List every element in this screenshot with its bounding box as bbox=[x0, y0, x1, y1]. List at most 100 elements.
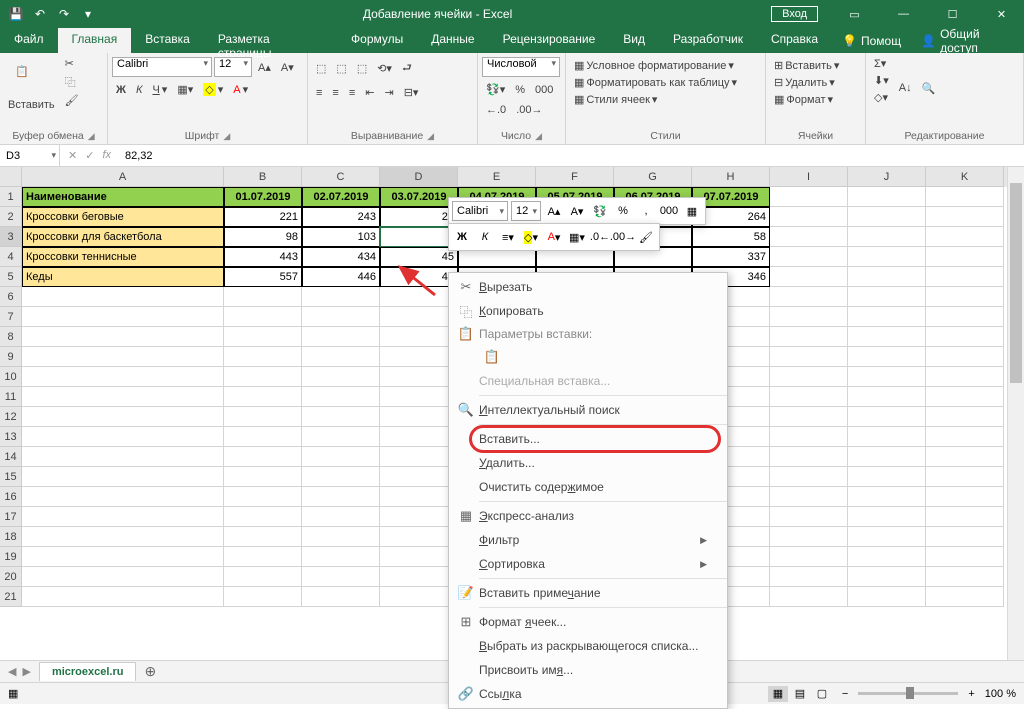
cell[interactable] bbox=[22, 327, 224, 347]
cell[interactable]: 45 bbox=[380, 247, 458, 267]
cell[interactable] bbox=[22, 347, 224, 367]
mini-currency-icon[interactable]: 💱 bbox=[590, 201, 610, 221]
view-page-layout-icon[interactable]: ▤ bbox=[790, 686, 810, 702]
scrollbar-thumb[interactable] bbox=[1010, 183, 1022, 383]
ctx-insert[interactable]: Вставить... bbox=[449, 427, 727, 451]
col-header-i[interactable]: I bbox=[770, 167, 848, 187]
cancel-formula-icon[interactable]: ✕ bbox=[68, 149, 77, 162]
cell[interactable] bbox=[380, 547, 458, 567]
cell[interactable] bbox=[926, 487, 1004, 507]
zoom-in-button[interactable]: + bbox=[968, 688, 974, 700]
cell[interactable] bbox=[224, 427, 302, 447]
cell[interactable] bbox=[770, 507, 848, 527]
font-name-select[interactable]: Calibri bbox=[112, 57, 212, 77]
ctx-pick-dropdown[interactable]: Выбрать из раскрывающегося списка... bbox=[449, 634, 727, 658]
login-button[interactable]: Вход bbox=[771, 6, 818, 22]
cell[interactable] bbox=[926, 307, 1004, 327]
align-top-icon[interactable]: ⬚ bbox=[312, 60, 330, 77]
cell[interactable] bbox=[770, 407, 848, 427]
currency-icon[interactable]: 💱▾ bbox=[482, 81, 509, 98]
cell[interactable] bbox=[22, 567, 224, 587]
grow-font-icon[interactable]: A▴ bbox=[254, 59, 275, 76]
ctx-sort[interactable]: Сортировка▶ bbox=[449, 552, 727, 576]
cell[interactable] bbox=[22, 447, 224, 467]
cell[interactable] bbox=[302, 487, 380, 507]
cell[interactable] bbox=[302, 507, 380, 527]
delete-cells-button[interactable]: ⊟Удалить▾ bbox=[770, 74, 839, 91]
cell[interactable] bbox=[22, 507, 224, 527]
indent-decrease-icon[interactable]: ⇤ bbox=[361, 84, 378, 101]
cell[interactable] bbox=[770, 327, 848, 347]
cell[interactable] bbox=[770, 587, 848, 607]
cell[interactable] bbox=[926, 527, 1004, 547]
cell[interactable] bbox=[22, 427, 224, 447]
cell[interactable] bbox=[224, 367, 302, 387]
cell[interactable] bbox=[302, 527, 380, 547]
col-header-k[interactable]: K bbox=[926, 167, 1004, 187]
ctx-cut[interactable]: ✂Вырезать bbox=[449, 275, 727, 299]
row-header[interactable]: 6 bbox=[0, 287, 22, 307]
cell[interactable] bbox=[224, 547, 302, 567]
col-header-e[interactable]: E bbox=[458, 167, 536, 187]
active-cell[interactable]: 8 bbox=[380, 227, 458, 247]
cell[interactable]: 46 bbox=[380, 267, 458, 287]
cell[interactable] bbox=[302, 327, 380, 347]
cell[interactable] bbox=[22, 527, 224, 547]
col-header-c[interactable]: C bbox=[302, 167, 380, 187]
ctx-clear[interactable]: Очистить содержимое bbox=[449, 475, 727, 499]
ctx-define-name[interactable]: Присвоить имя... bbox=[449, 658, 727, 682]
cell[interactable] bbox=[848, 447, 926, 467]
cell[interactable] bbox=[848, 587, 926, 607]
ctx-quick-analysis[interactable]: ▦Экспресс-анализ bbox=[449, 504, 727, 528]
minimize-icon[interactable]: ― bbox=[881, 0, 926, 28]
format-as-table-button[interactable]: ▦Форматировать как таблицу▾ bbox=[570, 74, 741, 91]
tab-help[interactable]: Справка bbox=[757, 28, 832, 53]
tab-insert[interactable]: Вставка bbox=[131, 28, 204, 53]
cell[interactable] bbox=[926, 187, 1004, 207]
ctx-copy[interactable]: ⿻Копировать bbox=[449, 299, 727, 323]
cell[interactable] bbox=[926, 207, 1004, 227]
cell[interactable] bbox=[926, 347, 1004, 367]
cell[interactable] bbox=[926, 447, 1004, 467]
cell[interactable] bbox=[770, 447, 848, 467]
cell[interactable] bbox=[224, 467, 302, 487]
comma-icon[interactable]: 000 bbox=[531, 82, 557, 98]
cell[interactable] bbox=[848, 227, 926, 247]
cell[interactable] bbox=[848, 207, 926, 227]
save-icon[interactable]: 💾 bbox=[8, 6, 24, 22]
font-size-select[interactable]: 12 bbox=[214, 57, 252, 77]
accept-formula-icon[interactable]: ✓ bbox=[85, 149, 94, 162]
cell[interactable]: 446 bbox=[302, 267, 380, 287]
row-header[interactable]: 16 bbox=[0, 487, 22, 507]
mini-align-icon[interactable]: ≡▾ bbox=[498, 227, 518, 247]
ctx-paste-special[interactable]: Специальная вставка... bbox=[449, 369, 727, 393]
maximize-icon[interactable]: ☐ bbox=[930, 0, 975, 28]
autosum-icon[interactable]: Σ▾ bbox=[870, 55, 893, 72]
cell[interactable] bbox=[770, 267, 848, 287]
cell[interactable] bbox=[22, 367, 224, 387]
cell[interactable] bbox=[848, 387, 926, 407]
cell[interactable] bbox=[380, 507, 458, 527]
cell[interactable] bbox=[926, 387, 1004, 407]
sheet-tab[interactable]: microexcel.ru bbox=[39, 662, 137, 681]
copy-button[interactable]: ⿻ bbox=[61, 72, 83, 92]
cell-styles-button[interactable]: ▦Стили ячеек▾ bbox=[570, 91, 661, 108]
cell[interactable] bbox=[770, 307, 848, 327]
mini-color-icon[interactable]: A▾ bbox=[544, 227, 564, 247]
cell[interactable]: 103 bbox=[302, 227, 380, 247]
cell[interactable] bbox=[770, 347, 848, 367]
cell[interactable]: Кроссовки для баскетбола bbox=[22, 227, 224, 247]
mini-size-select[interactable]: 12 bbox=[511, 201, 541, 221]
cell[interactable] bbox=[926, 227, 1004, 247]
align-launcher-icon[interactable]: ◢ bbox=[427, 131, 434, 142]
italic-button[interactable]: К bbox=[132, 82, 146, 98]
cell[interactable] bbox=[770, 367, 848, 387]
cell[interactable] bbox=[848, 407, 926, 427]
row-header[interactable]: 4 bbox=[0, 247, 22, 267]
cell[interactable] bbox=[224, 527, 302, 547]
conditional-formatting-button[interactable]: ▦Условное форматирование▾ bbox=[570, 57, 738, 74]
cell[interactable] bbox=[224, 407, 302, 427]
cell[interactable] bbox=[770, 187, 848, 207]
cell[interactable] bbox=[848, 567, 926, 587]
percent-icon[interactable]: % bbox=[511, 82, 529, 98]
